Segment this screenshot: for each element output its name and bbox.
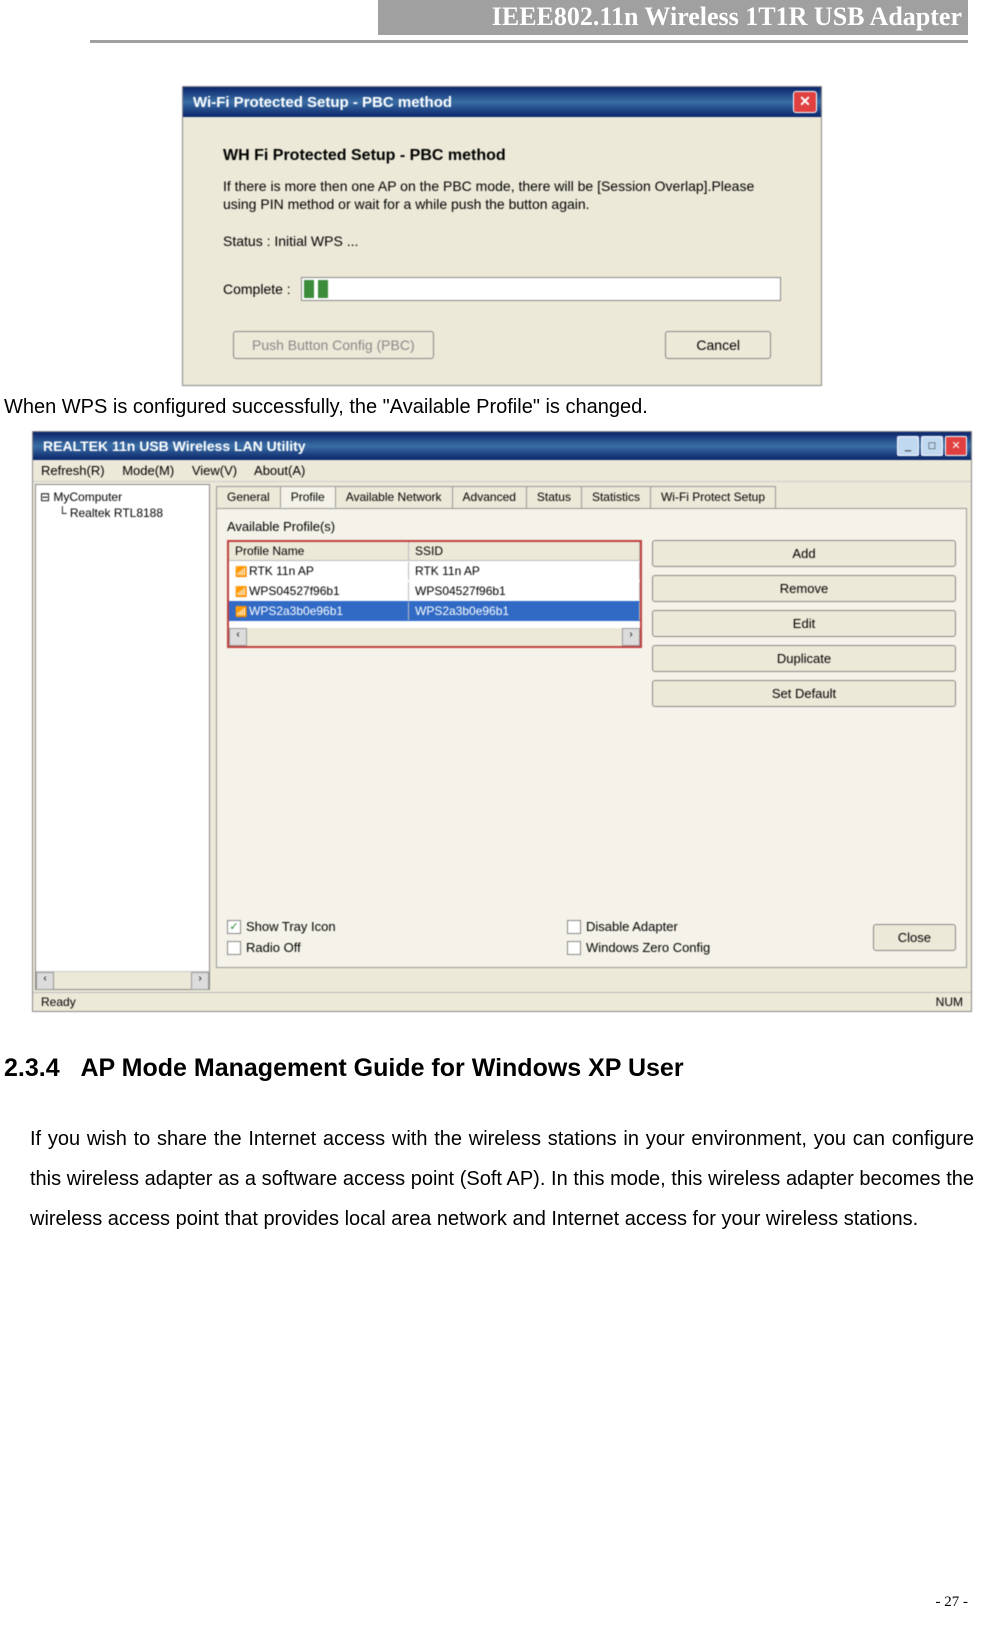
- caption-text: When WPS is configured successfully, the…: [4, 396, 1004, 419]
- tab-strip: General Profile Available Network Advanc…: [216, 486, 967, 508]
- checkbox-label: Windows Zero Config: [586, 940, 710, 955]
- profile-ssid: WPS2a3b0e96b1: [409, 602, 640, 620]
- checkbox-icon: [567, 941, 581, 955]
- horizontal-scrollbar[interactable]: ‹ ›: [229, 628, 640, 646]
- maximize-icon[interactable]: □: [921, 436, 943, 456]
- scroll-right-icon[interactable]: ›: [622, 628, 640, 646]
- duplicate-button[interactable]: Duplicate: [652, 645, 956, 672]
- list-item[interactable]: 📶RTK 11n AP RTK 11n AP: [229, 561, 640, 581]
- heading-text: AP Mode Management Guide for Windows XP …: [80, 1054, 683, 1082]
- main-panel: General Profile Available Network Advanc…: [212, 482, 971, 992]
- checkbox-label: Show Tray Icon: [246, 919, 336, 934]
- edit-button[interactable]: Edit: [652, 610, 956, 637]
- network-icon: 📶: [235, 567, 249, 578]
- wps-description: If there is more then one AP on the PBC …: [223, 177, 781, 213]
- checkbox-disable-adapter[interactable]: Disable Adapter: [567, 919, 873, 934]
- scroll-left-icon[interactable]: ‹: [229, 628, 247, 646]
- checkbox-radio- off[interactable]: Radio Off: [227, 940, 567, 955]
- tab-advanced[interactable]: Advanced: [452, 486, 527, 508]
- section-heading: 2.3.4 AP Mode Management Guide for Windo…: [4, 1054, 1004, 1083]
- status-left: Ready: [41, 995, 76, 1009]
- list-item[interactable]: 📶WPS2a3b0e96b1 WPS2a3b0e96b1: [229, 601, 640, 621]
- utility-titlebar[interactable]: REALTEK 11n USB Wireless LAN Utility _ □…: [33, 432, 971, 460]
- wps-status: Status : Initial WPS ...: [223, 233, 781, 249]
- tree-root[interactable]: ⊟ MyComputer: [40, 489, 205, 505]
- profile-name: RTK 11n AP: [249, 564, 314, 578]
- profile-ssid: WPS04527f96b1: [409, 582, 640, 600]
- heading-number: 2.3.4: [4, 1054, 60, 1082]
- minimize-icon[interactable]: _: [897, 436, 919, 456]
- add-button[interactable]: Add: [652, 540, 956, 567]
- network-icon: 📶: [235, 587, 249, 598]
- checkbox-show-tray[interactable]: ✓ Show Tray Icon: [227, 919, 567, 934]
- wps-titlebar[interactable]: Wi-Fi Protected Setup - PBC method ✕: [183, 87, 821, 117]
- remove-button[interactable]: Remove: [652, 575, 956, 602]
- checkbox-windows-zero[interactable]: Windows Zero Config: [567, 940, 873, 955]
- status-right: NUM: [936, 995, 963, 1009]
- tree-child[interactable]: └ Realtek RTL8188: [40, 505, 205, 521]
- tab-body: Available Profile(s) Profile Name SSID 📶…: [216, 508, 967, 968]
- wps-heading: WH Fi Protected Setup - PBC method: [223, 147, 781, 165]
- tab-general[interactable]: General: [216, 486, 281, 508]
- header-underline: [90, 40, 968, 43]
- wps-dialog: Wi-Fi Protected Setup - PBC method ✕ WH …: [182, 86, 822, 386]
- tab-available-network[interactable]: Available Network: [335, 486, 453, 508]
- profile-section-label: Available Profile(s): [227, 519, 956, 534]
- list-item[interactable]: 📶WPS04527f96b1 WPS04527f96b1: [229, 581, 640, 601]
- checkbox-label: Disable Adapter: [586, 919, 678, 934]
- network-icon: 📶: [235, 607, 249, 618]
- utility-window: REALTEK 11n USB Wireless LAN Utility _ □…: [32, 431, 972, 1012]
- set-default-button[interactable]: Set Default: [652, 680, 956, 707]
- menu-mode[interactable]: Mode(M): [122, 463, 174, 478]
- checkbox-icon: [227, 941, 241, 955]
- col-ssid[interactable]: SSID: [409, 542, 640, 560]
- checkbox-icon: ✓: [227, 920, 241, 934]
- status-bar: Ready NUM: [33, 992, 971, 1011]
- profile-name: WPS04527f96b1: [249, 584, 340, 598]
- profile-button-column: Add Remove Edit Duplicate Set Default: [652, 540, 956, 707]
- profile-list[interactable]: Profile Name SSID 📶RTK 11n AP RTK 11n AP…: [227, 540, 642, 648]
- menubar: Refresh(R) Mode(M) View(V) About(A): [33, 460, 971, 482]
- tree-child-label: Realtek RTL8188: [70, 506, 163, 520]
- device-tree[interactable]: ⊟ MyComputer └ Realtek RTL8188 ‹ ›: [35, 484, 210, 990]
- progress-fill: [304, 280, 332, 298]
- tab-statistics[interactable]: Statistics: [581, 486, 651, 508]
- tab-status[interactable]: Status: [526, 486, 582, 508]
- cancel-button[interactable]: Cancel: [665, 331, 771, 359]
- wps-window-title: Wi-Fi Protected Setup - PBC method: [187, 94, 452, 111]
- horizontal-scrollbar[interactable]: ‹ ›: [36, 971, 209, 989]
- utility-title: REALTEK 11n USB Wireless LAN Utility: [37, 438, 306, 454]
- wps-body: WH Fi Protected Setup - PBC method If th…: [183, 117, 821, 385]
- progress-bar: [301, 277, 781, 301]
- menu-refresh[interactable]: Refresh(R): [41, 463, 105, 478]
- profile-ssid: RTK 11n AP: [409, 562, 640, 580]
- menu-about[interactable]: About(A): [254, 463, 305, 478]
- col-profile-name[interactable]: Profile Name: [229, 542, 409, 560]
- close-icon[interactable]: ✕: [945, 436, 967, 456]
- page-header: IEEE802.11n Wireless 1T1R USB Adapter: [378, 0, 968, 35]
- pbc-button[interactable]: Push Button Config (PBC): [233, 331, 434, 359]
- section-body: If you wish to share the Internet access…: [30, 1119, 974, 1239]
- tab-profile[interactable]: Profile: [280, 486, 336, 508]
- page-number: - 27 -: [936, 1594, 969, 1611]
- profile-headers: Profile Name SSID: [229, 542, 640, 561]
- close-icon[interactable]: ✕: [793, 91, 817, 113]
- scroll-left-icon[interactable]: ‹: [36, 972, 54, 990]
- tree-root-label: MyComputer: [53, 490, 122, 504]
- scroll-right-icon[interactable]: ›: [191, 972, 209, 990]
- checkbox-label: Radio Off: [246, 940, 301, 955]
- profile-name: WPS2a3b0e96b1: [249, 604, 343, 618]
- tab-wifi-protect[interactable]: Wi-Fi Protect Setup: [650, 486, 776, 508]
- progress-label: Complete :: [223, 281, 291, 297]
- close-button[interactable]: Close: [873, 924, 956, 951]
- menu-view[interactable]: View(V): [192, 463, 237, 478]
- checkbox-icon: [567, 920, 581, 934]
